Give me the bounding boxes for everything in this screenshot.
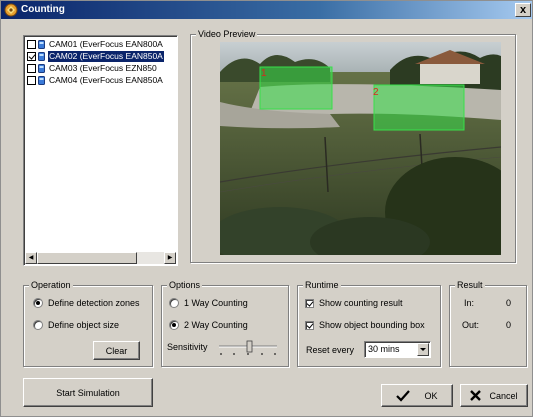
- cancel-label: Cancel: [489, 390, 518, 401]
- result-label: Result: [455, 280, 485, 291]
- sensitivity-slider[interactable]: [217, 340, 279, 356]
- two-way-counting-label: 2 Way Counting: [184, 320, 248, 330]
- out-value: 0: [506, 320, 512, 330]
- scroll-thumb[interactable]: [37, 252, 137, 264]
- camera-list[interactable]: CAM01 (EverFocus EAN800A CAM02 (EverFocu…: [23, 35, 178, 266]
- list-item-cam04[interactable]: CAM04 (EverFocus EAN850A: [27, 75, 177, 86]
- counting-dialog: Counting x CAM01 (EverFocus EAN800A CAM0…: [0, 0, 533, 417]
- cam01-label: CAM01 (EverFocus EAN800A: [49, 39, 163, 49]
- show-bounding-box-checkbox[interactable]: Show object bounding box: [305, 320, 425, 330]
- title-bar[interactable]: Counting x: [1, 1, 532, 19]
- slider-thumb[interactable]: [246, 340, 253, 353]
- list-item-cam02[interactable]: CAM02 (EverFocus EAN850A: [27, 51, 177, 62]
- video-preview[interactable]: 1 2: [220, 42, 501, 255]
- two-way-counting-radio[interactable]: 2 Way Counting: [169, 320, 248, 330]
- camera-icon: [38, 52, 45, 61]
- reset-every-label: Reset every: [306, 345, 355, 355]
- video-frame: 1 2: [220, 42, 501, 255]
- list-item-cam01[interactable]: CAM01 (EverFocus EAN800A: [27, 39, 177, 50]
- define-detection-zones-radio[interactable]: Define detection zones: [33, 298, 140, 308]
- zone-2-number: 2: [373, 87, 379, 98]
- sensitivity-label: Sensitivity: [167, 342, 208, 352]
- checkbox-checked-icon[interactable]: [305, 298, 314, 308]
- one-way-counting-label: 1 Way Counting: [184, 298, 248, 308]
- camera-icon: [38, 76, 45, 85]
- window-title: Counting: [21, 4, 65, 15]
- scroll-right-icon[interactable]: ▶: [164, 252, 176, 264]
- runtime-label: Runtime: [303, 280, 341, 291]
- chevron-down-icon[interactable]: [417, 343, 429, 356]
- cam03-checkbox[interactable]: [27, 64, 36, 73]
- start-simulation-button[interactable]: Start Simulation: [23, 378, 153, 407]
- cancel-button[interactable]: Cancel: [460, 384, 528, 407]
- define-object-size-radio[interactable]: Define object size: [33, 320, 119, 330]
- cam02-checkbox[interactable]: [27, 52, 36, 61]
- reset-interval-value: 30 mins: [368, 344, 400, 354]
- reset-interval-select[interactable]: 30 mins: [364, 341, 431, 358]
- radio-selected-icon[interactable]: [33, 298, 43, 308]
- in-value: 0: [506, 298, 512, 308]
- zone-1-number: 1: [261, 68, 267, 79]
- camera-icon: [38, 64, 45, 73]
- operation-label: Operation: [29, 280, 73, 291]
- cam01-checkbox[interactable]: [27, 40, 36, 49]
- list-item-cam03[interactable]: CAM03 (EverFocus EZN850: [27, 63, 177, 74]
- detection-zone-1[interactable]: [259, 66, 333, 110]
- checkmark-icon: [396, 389, 411, 402]
- checkbox-checked-icon[interactable]: [305, 320, 314, 330]
- cam03-label: CAM03 (EverFocus EZN850: [49, 63, 157, 73]
- camera-icon: [38, 40, 45, 49]
- cam02-label: CAM02 (EverFocus EAN850A: [48, 51, 164, 62]
- detection-zone-2[interactable]: [373, 84, 465, 131]
- define-object-size-label: Define object size: [48, 320, 120, 330]
- ok-button[interactable]: OK: [381, 384, 453, 407]
- show-counting-result-checkbox[interactable]: Show counting result: [305, 298, 403, 308]
- one-way-counting-radio[interactable]: 1 Way Counting: [169, 298, 248, 308]
- result-group: Result: [449, 280, 527, 367]
- clear-button[interactable]: Clear: [93, 341, 140, 360]
- options-label: Options: [167, 280, 203, 291]
- out-label: Out:: [462, 320, 480, 330]
- show-bounding-box-label: Show object bounding box: [319, 320, 425, 330]
- radio-icon[interactable]: [169, 298, 179, 308]
- define-detection-zones-label: Define detection zones: [48, 298, 140, 308]
- close-icon: [470, 390, 482, 401]
- cam04-checkbox[interactable]: [27, 76, 36, 85]
- close-button[interactable]: x: [515, 3, 531, 17]
- scroll-left-icon[interactable]: ◀: [25, 252, 37, 264]
- video-preview-label: Video Preview: [196, 29, 258, 40]
- radio-icon[interactable]: [33, 320, 43, 330]
- cam04-label: CAM04 (EverFocus EAN850A: [49, 75, 163, 85]
- show-counting-result-label: Show counting result: [319, 298, 403, 308]
- horizontal-scrollbar[interactable]: ◀ ▶: [25, 252, 176, 264]
- ok-label: OK: [424, 390, 438, 401]
- counting-app-icon: [4, 3, 18, 17]
- radio-selected-icon[interactable]: [169, 320, 179, 330]
- in-label: In:: [464, 298, 475, 308]
